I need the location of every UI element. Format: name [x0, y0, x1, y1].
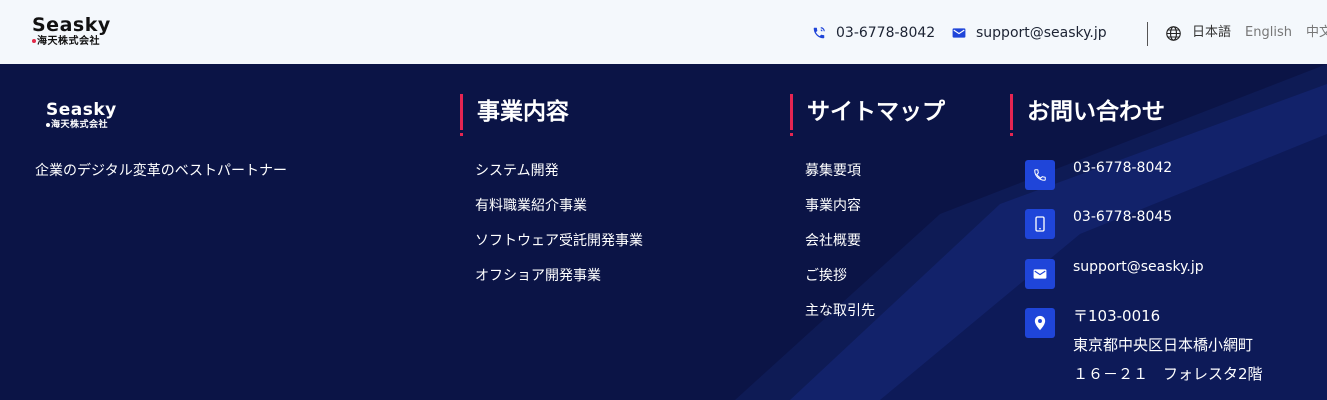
header-logo-sub-text: 海天株式会社	[37, 36, 100, 47]
globe-icon	[1166, 25, 1181, 41]
contact-phone-text: 03-6778-8042	[1073, 160, 1173, 176]
address-line-1: 東京都中央区日本橋小網町	[1073, 336, 1254, 354]
header-logo-sub: 海天株式会社	[32, 36, 111, 48]
header-logo-brand: Seasky	[32, 14, 111, 36]
language-option-english[interactable]: English	[1245, 24, 1292, 42]
sitemap-link-company[interactable]: 会社概要	[805, 231, 875, 266]
mail-icon	[1025, 259, 1055, 289]
address-line-2: １６－２１ フォレスタ2階	[1073, 365, 1263, 383]
sitemap-link-greeting[interactable]: ご挨拶	[805, 266, 875, 301]
business-heading: 事業内容	[460, 94, 569, 136]
contact-address: 〒103-0016 東京都中央区日本橋小網町 １６－２１ フォレスタ2階	[1073, 302, 1263, 389]
header-phone-text: 03-6778-8042	[836, 25, 936, 41]
footer-logo-sub-text: 海天株式会社	[51, 120, 109, 130]
logo-dot-icon	[32, 39, 36, 43]
phone-icon	[813, 27, 825, 39]
mail-icon	[952, 28, 966, 38]
contact-mobile-text: 03-6778-8045	[1073, 209, 1173, 225]
business-link-contract-development[interactable]: ソフトウェア受託開発事業	[475, 231, 643, 266]
location-pin-icon	[1025, 308, 1055, 338]
header-phone-link[interactable]: 03-6778-8042	[812, 24, 935, 42]
language-switcher: 日本語 English 中文	[1165, 24, 1327, 42]
sitemap-link-business[interactable]: 事業内容	[805, 196, 875, 231]
header-logo[interactable]: Seasky 海天株式会社	[32, 14, 111, 48]
sitemap-link-recruitment[interactable]: 募集要項	[805, 161, 875, 196]
footer-tagline: 企業のデジタル変革のベストパートナー	[35, 163, 287, 179]
footer-logo-sub: 海天株式会社	[46, 120, 117, 131]
sitemap-heading: サイトマップ	[790, 94, 945, 136]
footer-logo-brand: Seasky	[46, 100, 117, 120]
business-link-offshore-development[interactable]: オフショア開発事業	[475, 266, 643, 301]
top-header-bar: Seasky 海天株式会社 03-6778-8042 support@seask…	[0, 0, 1327, 64]
contact-mobile-row[interactable]: 03-6778-8045	[1025, 209, 1172, 239]
header-divider	[1147, 22, 1148, 46]
sitemap-link-clients[interactable]: 主な取引先	[805, 301, 875, 336]
language-option-japanese[interactable]: 日本語	[1192, 24, 1231, 42]
phone-icon	[1025, 160, 1055, 190]
contact-address-row: 〒103-0016 東京都中央区日本橋小網町 １６－２１ フォレスタ2階	[1025, 307, 1263, 389]
business-links: システム開発 有料職業紹介事業 ソフトウェア受託開発事業 オフショア開発事業	[475, 161, 643, 301]
sitemap-links: 募集要項 事業内容 会社概要 ご挨拶 主な取引先	[805, 161, 875, 336]
header-email-link[interactable]: support@seasky.jp	[952, 24, 1107, 42]
contact-heading: お問い合わせ	[1010, 94, 1165, 136]
contact-email-row[interactable]: support@seasky.jp	[1025, 259, 1204, 289]
footer-logo[interactable]: Seasky 海天株式会社	[46, 100, 117, 131]
header-email-text: support@seasky.jp	[976, 25, 1107, 41]
business-link-system-development[interactable]: システム開発	[475, 161, 643, 196]
footer-logo-dot-icon	[46, 122, 50, 127]
address-postal-code: 〒103-0016	[1073, 307, 1161, 325]
smartphone-icon	[1025, 209, 1055, 239]
contact-email-text: support@seasky.jp	[1073, 259, 1204, 275]
site-footer: Seasky 海天株式会社 企業のデジタル変革のベストパートナー 事業内容 シス…	[0, 64, 1327, 400]
language-option-chinese[interactable]: 中文	[1306, 24, 1327, 42]
contact-phone-row[interactable]: 03-6778-8042	[1025, 160, 1172, 190]
business-link-recruitment[interactable]: 有料職業紹介事業	[475, 196, 643, 231]
